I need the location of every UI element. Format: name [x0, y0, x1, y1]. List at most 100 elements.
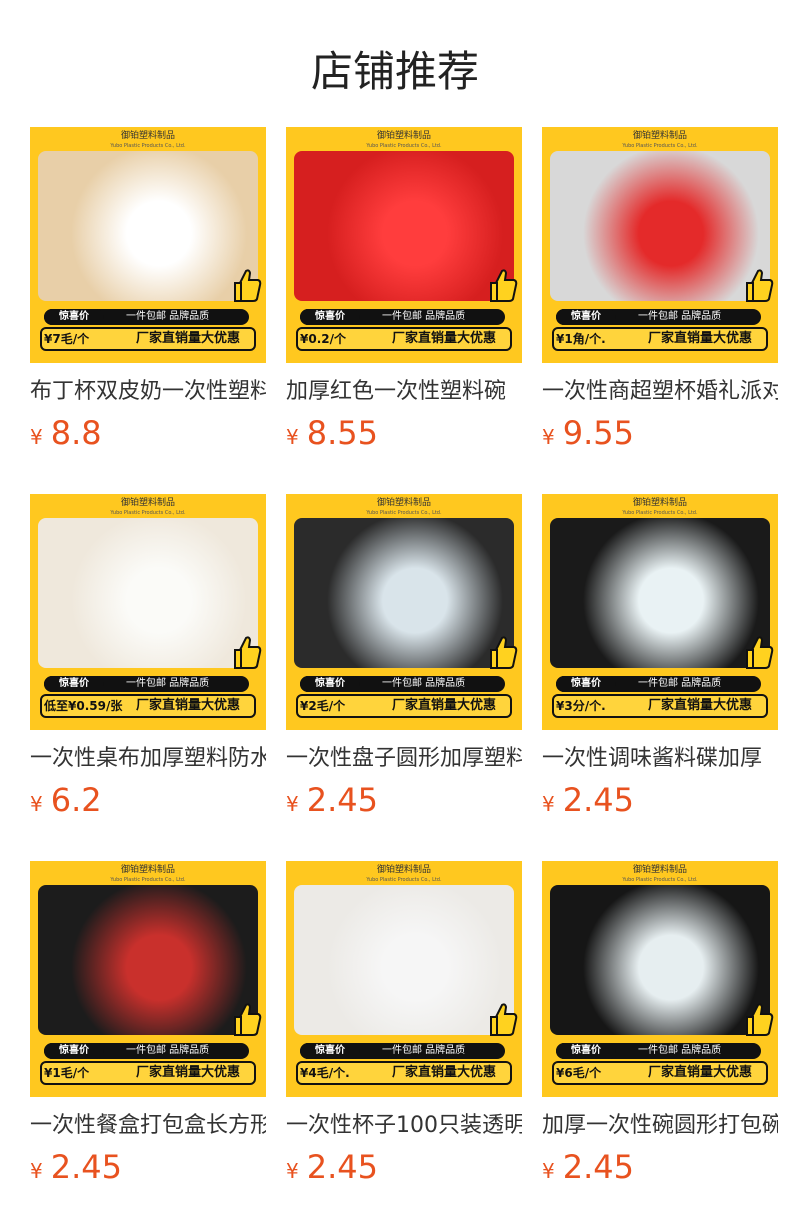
- unit-price: ¥7毛/个: [44, 332, 90, 346]
- promo-bar: 惊喜价 一件包邮 品牌品质: [44, 309, 249, 325]
- promo-bar: 惊喜价 一件包邮 品牌品质: [556, 1043, 761, 1059]
- promo-bar: 惊喜价 一件包邮 品牌品质: [300, 1043, 505, 1059]
- brand-logo-text: 御铂塑料制品 Yubo Plastic Products Co., Ltd.: [366, 865, 442, 883]
- brand-logo-text: 御铂塑料制品 Yubo Plastic Products Co., Ltd.: [622, 131, 698, 149]
- price-bar: ¥7毛/个 厂家直销量大优惠: [40, 327, 256, 351]
- price-bar: 低至¥0.59/张 厂家直销量大优惠: [40, 694, 256, 718]
- surprise-price-badge: 惊喜价: [300, 309, 360, 325]
- product-photo: [38, 151, 258, 301]
- promo-slogan: 厂家直销量大优惠: [647, 698, 752, 713]
- currency-symbol: ¥: [542, 1159, 555, 1183]
- product-name[interactable]: 布丁杯双皮奶一次性塑料: [30, 377, 266, 407]
- price-bar: ¥3分/个. 厂家直销量大优惠: [552, 694, 768, 718]
- product-thumbnail[interactable]: 御铂塑料制品 Yubo Plastic Products Co., Ltd. 惊喜价…: [30, 127, 266, 363]
- currency-symbol: ¥: [542, 425, 555, 449]
- unit-price: ¥0.2/个: [300, 332, 346, 346]
- product-thumbnail[interactable]: 御铂塑料制品 Yubo Plastic Products Co., Ltd. 惊喜价…: [30, 494, 266, 730]
- surprise-price-badge: 惊喜价: [44, 309, 104, 325]
- price-value: 8.8: [50, 414, 102, 452]
- product-photo: [294, 151, 514, 301]
- thumbs-up-icon: [490, 634, 518, 670]
- surprise-price-badge: 惊喜价: [44, 676, 104, 692]
- promo-slogan: 厂家直销量大优惠: [135, 698, 240, 713]
- price-value: 2.45: [306, 781, 378, 819]
- unit-price: ¥1角/个.: [556, 332, 606, 346]
- price-value: 8.55: [306, 414, 378, 452]
- currency-symbol: ¥: [542, 792, 555, 816]
- surprise-price-badge: 惊喜价: [44, 1043, 104, 1059]
- product-name[interactable]: 一次性调味酱料碟加厚: [542, 744, 778, 774]
- product-photo: [550, 885, 770, 1035]
- product-card[interactable]: 御铂塑料制品 Yubo Plastic Products Co., Ltd. 惊喜价…: [30, 494, 266, 824]
- promo-bar: 惊喜价 一件包邮 品牌品质: [300, 309, 505, 325]
- promo-slogan: 厂家直销量大优惠: [647, 1065, 752, 1080]
- product-price: ¥2.45: [30, 1147, 266, 1191]
- unit-price: 低至¥0.59/张: [44, 699, 123, 713]
- product-name[interactable]: 加厚一次性碗圆形打包碗: [542, 1111, 778, 1141]
- product-thumbnail[interactable]: 御铂塑料制品 Yubo Plastic Products Co., Ltd. 惊喜价…: [30, 861, 266, 1097]
- product-thumbnail[interactable]: 御铂塑料制品 Yubo Plastic Products Co., Ltd. 惊喜价…: [542, 494, 778, 730]
- product-price: ¥2.45: [286, 780, 522, 824]
- product-name[interactable]: 一次性商超塑杯婚礼派对: [542, 377, 778, 407]
- currency-symbol: ¥: [30, 425, 43, 449]
- promo-bar: 惊喜价 一件包邮 品牌品质: [556, 309, 761, 325]
- product-name[interactable]: 一次性盘子圆形加厚塑料: [286, 744, 522, 774]
- product-card[interactable]: 御铂塑料制品 Yubo Plastic Products Co., Ltd. 惊喜价…: [542, 127, 778, 457]
- product-card[interactable]: 御铂塑料制品 Yubo Plastic Products Co., Ltd. 惊喜价…: [286, 494, 522, 824]
- product-price: ¥9.55: [542, 413, 778, 457]
- product-name[interactable]: 一次性杯子100只装透明: [286, 1111, 522, 1141]
- promo-slogan: 厂家直销量大优惠: [391, 1065, 496, 1080]
- promo-slogan: 厂家直销量大优惠: [647, 331, 752, 346]
- product-card[interactable]: 御铂塑料制品 Yubo Plastic Products Co., Ltd. 惊喜价…: [542, 494, 778, 824]
- currency-symbol: ¥: [286, 792, 299, 816]
- brand-logo-text: 御铂塑料制品 Yubo Plastic Products Co., Ltd.: [110, 498, 186, 516]
- currency-symbol: ¥: [286, 1159, 299, 1183]
- product-photo: [550, 518, 770, 668]
- brand-logo-text: 御铂塑料制品 Yubo Plastic Products Co., Ltd.: [366, 131, 442, 149]
- price-bar: ¥1毛/个 厂家直销量大优惠: [40, 1061, 256, 1085]
- product-card[interactable]: 御铂塑料制品 Yubo Plastic Products Co., Ltd. 惊喜价…: [542, 861, 778, 1191]
- brand-logo-text: 御铂塑料制品 Yubo Plastic Products Co., Ltd.: [366, 498, 442, 516]
- promo-tagline: 一件包邮 品牌品质: [126, 678, 210, 689]
- surprise-price-badge: 惊喜价: [300, 1043, 360, 1059]
- product-thumbnail[interactable]: 御铂塑料制品 Yubo Plastic Products Co., Ltd. 惊喜价…: [542, 127, 778, 363]
- page-title: 店铺推荐: [310, 47, 479, 96]
- price-value: 2.45: [562, 1148, 634, 1186]
- product-price: ¥6.2: [30, 780, 266, 824]
- product-photo: [550, 151, 770, 301]
- product-thumbnail[interactable]: 御铂塑料制品 Yubo Plastic Products Co., Ltd. 惊喜价…: [286, 127, 522, 363]
- product-thumbnail[interactable]: 御铂塑料制品 Yubo Plastic Products Co., Ltd. 惊喜价…: [286, 861, 522, 1097]
- price-value: 2.45: [50, 1148, 122, 1186]
- surprise-price-badge: 惊喜价: [300, 676, 360, 692]
- thumbs-up-icon: [490, 1001, 518, 1037]
- currency-symbol: ¥: [30, 1159, 43, 1183]
- promo-slogan: 厂家直销量大优惠: [391, 331, 496, 346]
- promo-tagline: 一件包邮 品牌品质: [126, 311, 210, 322]
- product-price: ¥2.45: [542, 780, 778, 824]
- product-card[interactable]: 御铂塑料制品 Yubo Plastic Products Co., Ltd. 惊喜价…: [286, 127, 522, 457]
- product-price: ¥2.45: [542, 1147, 778, 1191]
- thumbs-up-icon: [746, 267, 774, 303]
- thumbs-up-icon: [490, 267, 518, 303]
- promo-tagline: 一件包邮 品牌品质: [382, 1045, 466, 1056]
- promo-tagline: 一件包邮 品牌品质: [638, 678, 722, 689]
- product-card[interactable]: 御铂塑料制品 Yubo Plastic Products Co., Ltd. 惊喜价…: [30, 127, 266, 457]
- promo-tagline: 一件包邮 品牌品质: [382, 678, 466, 689]
- unit-price: ¥4毛/个.: [300, 1066, 350, 1080]
- product-thumbnail[interactable]: 御铂塑料制品 Yubo Plastic Products Co., Ltd. 惊喜价…: [542, 861, 778, 1097]
- product-thumbnail[interactable]: 御铂塑料制品 Yubo Plastic Products Co., Ltd. 惊喜价…: [286, 494, 522, 730]
- product-photo: [294, 518, 514, 668]
- price-value: 6.2: [50, 781, 102, 819]
- product-price: ¥8.8: [30, 413, 266, 457]
- product-name[interactable]: 一次性餐盒打包盒长方形: [30, 1111, 266, 1141]
- unit-price: ¥1毛/个: [44, 1066, 90, 1080]
- product-name[interactable]: 一次性桌布加厚塑料防水: [30, 744, 266, 774]
- promo-tagline: 一件包邮 品牌品质: [638, 311, 722, 322]
- price-bar: ¥0.2/个 厂家直销量大优惠: [296, 327, 512, 351]
- unit-price: ¥3分/个.: [556, 699, 606, 713]
- thumbs-up-icon: [746, 634, 774, 670]
- product-card[interactable]: 御铂塑料制品 Yubo Plastic Products Co., Ltd. 惊喜价…: [286, 861, 522, 1191]
- brand-logo-text: 御铂塑料制品 Yubo Plastic Products Co., Ltd.: [110, 865, 186, 883]
- product-name[interactable]: 加厚红色一次性塑料碗: [286, 377, 522, 407]
- product-card[interactable]: 御铂塑料制品 Yubo Plastic Products Co., Ltd. 惊喜价…: [30, 861, 266, 1191]
